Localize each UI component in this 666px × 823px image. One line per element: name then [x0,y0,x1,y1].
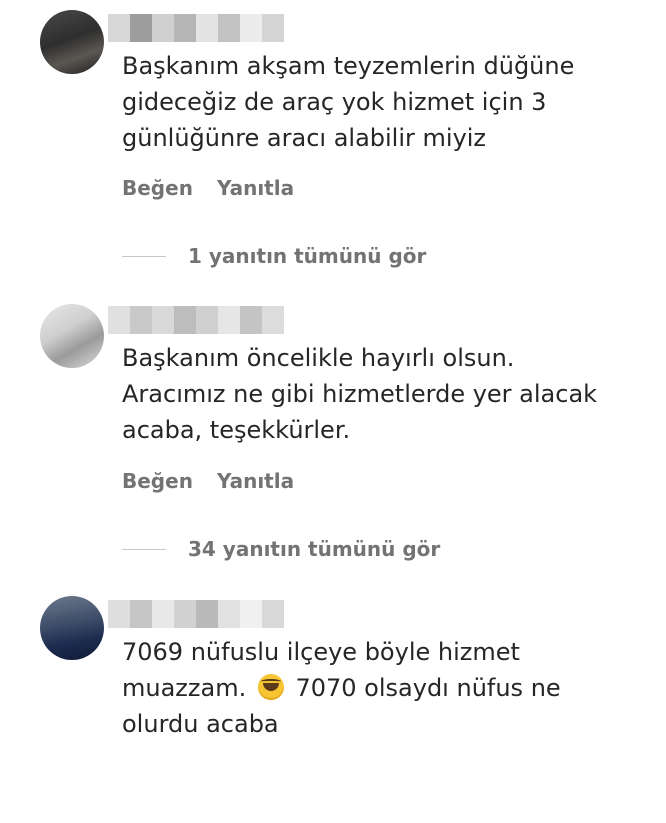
view-replies-label: 34 yanıtın tümünü gör [188,537,441,561]
username-blurred[interactable] [108,14,284,42]
view-replies-label: 1 yanıtın tümünü gör [188,244,427,268]
comment-text: 7069 nüfuslu ilçeye böyle hizmet muazzam… [122,634,642,742]
comment-text: Başkanım akşam teyzemlerin düğüne gidece… [122,52,575,152]
view-replies-button[interactable]: 34 yanıtın tümünü gör [122,537,440,561]
comment-actions: Beğen Yanıtla [122,469,294,493]
like-button[interactable]: Beğen [122,469,193,493]
username-blurred[interactable] [108,600,284,628]
avatar[interactable] [40,596,104,660]
comment-text: Başkanım öncelikle hayırlı olsun. Aracım… [122,344,598,444]
comment-actions: Beğen Yanıtla [122,176,294,200]
username-blurred[interactable] [108,306,284,334]
avatar[interactable] [40,304,104,368]
view-replies-button[interactable]: 1 yanıtın tümünü gör [122,244,426,268]
grinning-sweat-emoji-icon [257,674,284,700]
divider-line [122,548,166,550]
avatar[interactable] [40,10,104,74]
cutoff-area [0,740,666,823]
divider-line [122,255,166,257]
comments-panel: Başkanım akşam teyzemlerin düğüne gidece… [0,0,666,823]
reply-button[interactable]: Yanıtla [217,176,294,200]
like-button[interactable]: Beğen [122,176,193,200]
reply-button[interactable]: Yanıtla [217,469,294,493]
